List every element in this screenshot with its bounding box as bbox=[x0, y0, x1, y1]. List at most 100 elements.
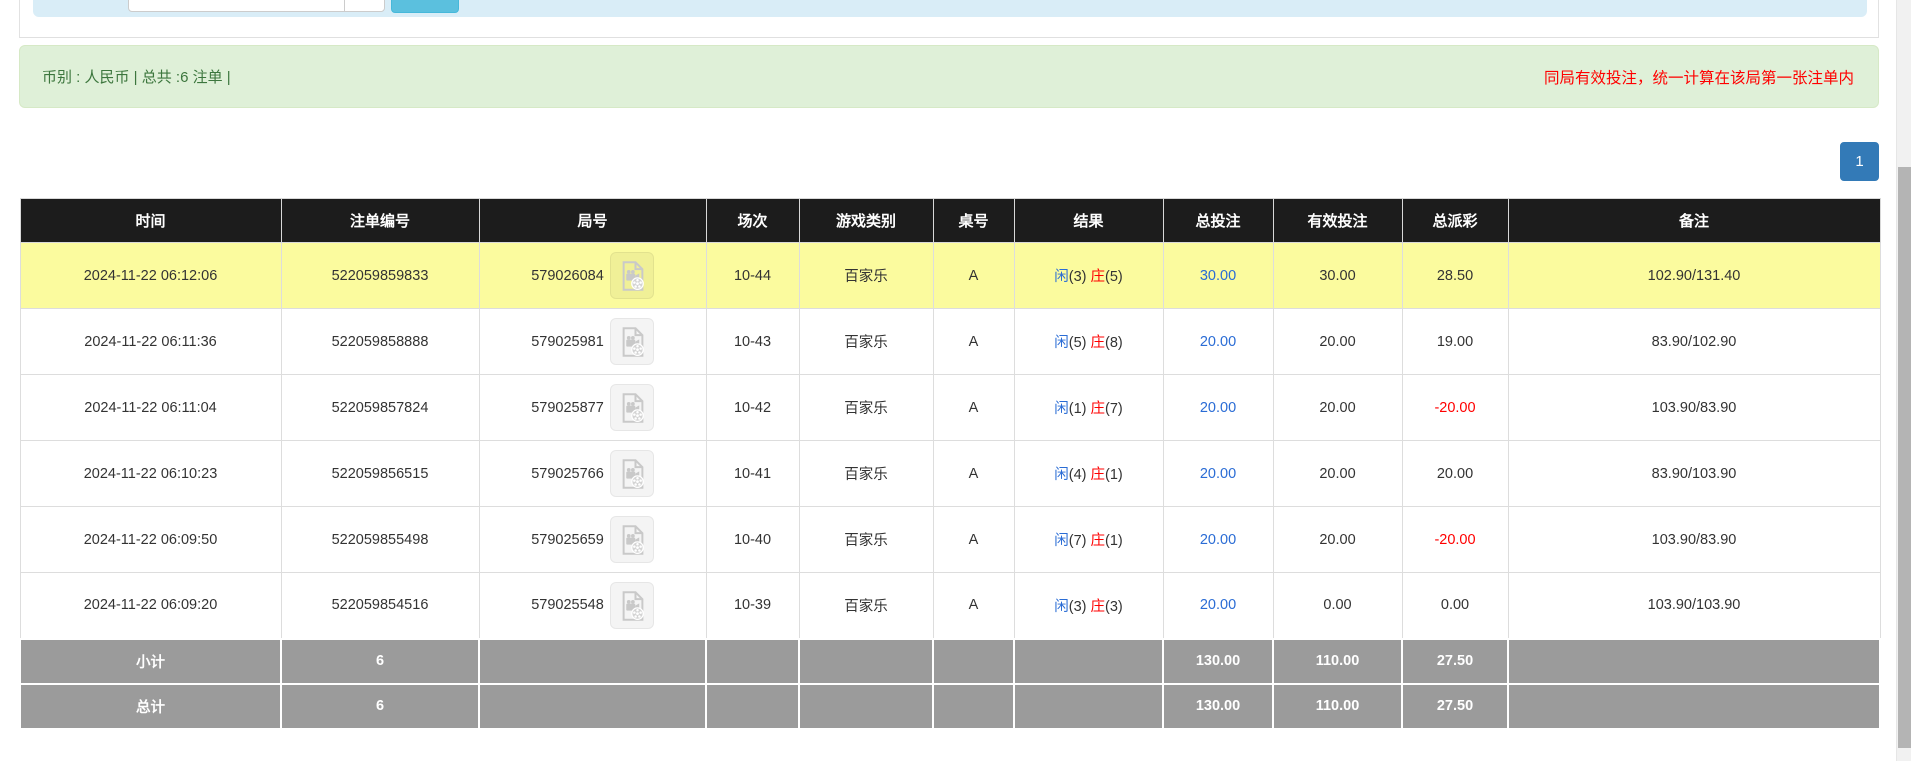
cell-note: 103.90/83.90 bbox=[1508, 375, 1880, 441]
cell-payout: 20.00 bbox=[1402, 441, 1508, 507]
cell-result: 闲(1) 庄(7) bbox=[1014, 375, 1163, 441]
video-replay-icon bbox=[618, 457, 648, 491]
table-row: 2024-11-22 06:10:23 522059856515 5790257… bbox=[20, 441, 1880, 507]
result-banker-score: (1) bbox=[1105, 467, 1123, 483]
cell-table-no: A bbox=[933, 573, 1014, 639]
cell-total-bet[interactable]: 20.00 bbox=[1163, 375, 1273, 441]
col-header-result: 结果 bbox=[1014, 199, 1163, 243]
cell-note: 103.90/103.90 bbox=[1508, 573, 1880, 639]
subtotal-count: 6 bbox=[281, 639, 479, 684]
search-input[interactable] bbox=[128, 0, 385, 12]
cell-note: 83.90/103.90 bbox=[1508, 441, 1880, 507]
cell-game-type: 百家乐 bbox=[799, 243, 933, 309]
cell-bet-id: 522059856515 bbox=[281, 441, 479, 507]
cell-time: 2024-11-22 06:11:04 bbox=[20, 375, 281, 441]
cell-table-no: A bbox=[933, 441, 1014, 507]
cell-total-bet[interactable]: 20.00 bbox=[1163, 507, 1273, 573]
video-replay-icon bbox=[618, 325, 648, 359]
cell-round-id: 579025766 bbox=[479, 441, 706, 507]
cell-session: 10-40 bbox=[706, 507, 799, 573]
pagination-page-1[interactable]: 1 bbox=[1840, 142, 1879, 181]
cell-time: 2024-11-22 06:09:50 bbox=[20, 507, 281, 573]
cell-total-bet[interactable]: 20.00 bbox=[1163, 441, 1273, 507]
search-button[interactable] bbox=[391, 0, 459, 13]
cell-payout: 19.00 bbox=[1402, 309, 1508, 375]
scrollbar-thumb[interactable] bbox=[1898, 167, 1911, 748]
grand-total-label: 总计 bbox=[20, 684, 281, 729]
cell-note: 102.90/131.40 bbox=[1508, 243, 1880, 309]
video-replay-button[interactable] bbox=[610, 516, 654, 563]
cell-session: 10-44 bbox=[706, 243, 799, 309]
video-replay-button[interactable] bbox=[610, 384, 654, 431]
result-player-score: (3) bbox=[1069, 599, 1087, 615]
cell-valid-bet: 20.00 bbox=[1273, 441, 1402, 507]
cell-table-no: A bbox=[933, 375, 1014, 441]
round-id-text: 579025981 bbox=[531, 334, 604, 350]
cell-valid-bet: 20.00 bbox=[1273, 375, 1402, 441]
top-search-panel bbox=[19, 0, 1879, 38]
cell-result: 闲(7) 庄(1) bbox=[1014, 507, 1163, 573]
col-header-time: 时间 bbox=[20, 199, 281, 243]
cell-total-bet[interactable]: 30.00 bbox=[1163, 243, 1273, 309]
search-input-addon[interactable] bbox=[344, 0, 384, 11]
cell-total-bet[interactable]: 20.00 bbox=[1163, 309, 1273, 375]
grand-total-payout: 27.50 bbox=[1402, 684, 1508, 729]
cell-round-id: 579025981 bbox=[479, 309, 706, 375]
video-replay-button[interactable] bbox=[610, 252, 654, 299]
result-banker-label: 庄 bbox=[1091, 269, 1106, 285]
result-player-score: (1) bbox=[1069, 401, 1087, 417]
subtotal-valid-bet: 110.00 bbox=[1273, 639, 1402, 684]
table-header-row: 时间 注单编号 局号 场次 游戏类别 桌号 结果 总投注 有效投注 总派彩 备注 bbox=[20, 199, 1880, 243]
result-banker-score: (1) bbox=[1105, 533, 1123, 549]
cell-bet-id: 522059858888 bbox=[281, 309, 479, 375]
cell-session: 10-43 bbox=[706, 309, 799, 375]
cell-result: 闲(3) 庄(5) bbox=[1014, 243, 1163, 309]
video-replay-button[interactable] bbox=[610, 582, 654, 629]
round-id-text: 579025659 bbox=[531, 532, 604, 548]
cell-total-bet[interactable]: 20.00 bbox=[1163, 573, 1273, 639]
video-replay-icon bbox=[618, 391, 648, 425]
cell-bet-id: 522059857824 bbox=[281, 375, 479, 441]
cell-time: 2024-11-22 06:09:20 bbox=[20, 573, 281, 639]
cell-round-id: 579025659 bbox=[479, 507, 706, 573]
cell-result: 闲(3) 庄(3) bbox=[1014, 573, 1163, 639]
cell-time: 2024-11-22 06:10:23 bbox=[20, 441, 281, 507]
search-form-panel bbox=[33, 0, 1867, 17]
cell-round-id: 579025548 bbox=[479, 573, 706, 639]
col-header-bet-id: 注单编号 bbox=[281, 199, 479, 243]
video-replay-button[interactable] bbox=[610, 450, 654, 497]
cell-bet-id: 522059855498 bbox=[281, 507, 479, 573]
cell-game-type: 百家乐 bbox=[799, 309, 933, 375]
grand-total-valid-bet: 110.00 bbox=[1273, 684, 1402, 729]
summary-alert: 币别 : 人民币 | 总共 :6 注单 | 同局有效投注，统一计算在该局第一张注… bbox=[19, 45, 1879, 108]
cell-payout: -20.00 bbox=[1402, 375, 1508, 441]
cell-payout: 0.00 bbox=[1402, 573, 1508, 639]
bet-records-table: 时间 注单编号 局号 场次 游戏类别 桌号 结果 总投注 有效投注 总派彩 备注… bbox=[19, 198, 1881, 730]
cell-result: 闲(5) 庄(8) bbox=[1014, 309, 1163, 375]
notice-text: 同局有效投注，统一计算在该局第一张注单内 bbox=[1544, 66, 1854, 88]
cell-game-type: 百家乐 bbox=[799, 573, 933, 639]
result-banker-label: 庄 bbox=[1091, 335, 1106, 351]
round-id-text: 579026084 bbox=[531, 268, 604, 284]
cell-session: 10-42 bbox=[706, 375, 799, 441]
vertical-scrollbar[interactable] bbox=[1896, 0, 1911, 761]
result-player-label: 闲 bbox=[1054, 335, 1069, 351]
cell-session: 10-41 bbox=[706, 441, 799, 507]
cell-game-type: 百家乐 bbox=[799, 441, 933, 507]
result-banker-label: 庄 bbox=[1091, 401, 1106, 417]
grand-total-total-bet: 130.00 bbox=[1163, 684, 1273, 729]
cell-result: 闲(4) 庄(1) bbox=[1014, 441, 1163, 507]
result-banker-label: 庄 bbox=[1091, 599, 1106, 615]
grand-total-row: 总计 6 130.00 110.00 27.50 bbox=[20, 684, 1880, 729]
result-banker-score: (5) bbox=[1105, 269, 1123, 285]
cell-payout: -20.00 bbox=[1402, 507, 1508, 573]
cell-note: 83.90/102.90 bbox=[1508, 309, 1880, 375]
cell-valid-bet: 20.00 bbox=[1273, 507, 1402, 573]
table-row: 2024-11-22 06:12:06 522059859833 5790260… bbox=[20, 243, 1880, 309]
video-replay-button[interactable] bbox=[610, 318, 654, 365]
currency-summary-text: 币别 : 人民币 | 总共 :6 注单 | bbox=[42, 66, 231, 87]
subtotal-total-bet: 130.00 bbox=[1163, 639, 1273, 684]
table-row: 2024-11-22 06:11:36 522059858888 5790259… bbox=[20, 309, 1880, 375]
result-player-label: 闲 bbox=[1054, 599, 1069, 615]
cell-valid-bet: 0.00 bbox=[1273, 573, 1402, 639]
